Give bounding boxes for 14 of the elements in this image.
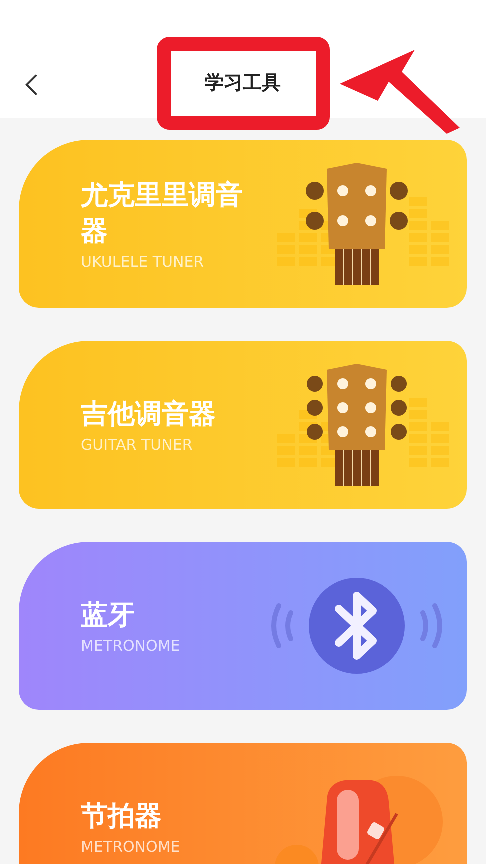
tool-title: 节拍器 (81, 800, 163, 834)
page-title: 学习工具 (205, 71, 281, 96)
tool-subtitle: METRONOME (81, 838, 180, 856)
tool-title: 蓝牙 (81, 599, 136, 633)
tool-card[interactable]: 吉他调音器 GUITAR TUNER (19, 341, 467, 509)
tool-subtitle: GUITAR TUNER (81, 436, 194, 454)
tool-subtitle: METRONOME (81, 637, 180, 655)
tool-subtitle: UKULELE TUNER (81, 253, 206, 271)
tool-card[interactable]: 尤克里里调音器 UKULELE TUNER (19, 140, 467, 308)
back-icon[interactable] (25, 74, 38, 96)
tool-card[interactable]: 蓝牙 METRONOME (19, 542, 467, 710)
tool-card[interactable]: 节拍器 METRONOME (19, 743, 467, 864)
tool-title: 尤克里里调音器 (81, 179, 244, 249)
tool-title: 吉他调音器 (81, 398, 216, 432)
